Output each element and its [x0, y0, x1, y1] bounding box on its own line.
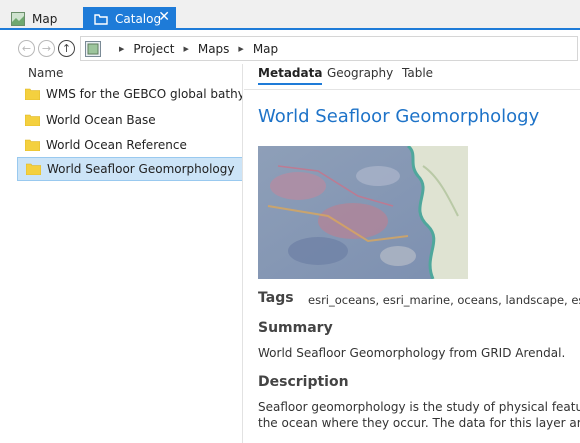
navigation-bar: ← → ↑ ▶ Project ▶ Maps ▶ Map: [0, 32, 580, 64]
list-item-label: World Seafloor Geomorphology: [47, 162, 235, 176]
close-icon[interactable]: ✕: [158, 9, 170, 25]
summary-label: Summary: [258, 320, 333, 336]
tab-catalog[interactable]: Catalog ✕: [83, 7, 176, 30]
tab-metadata[interactable]: Metadata: [258, 66, 323, 85]
page-title: World Seafloor Geomorphology: [258, 106, 540, 127]
breadcrumb-project[interactable]: Project: [133, 42, 174, 56]
folder-icon: [25, 114, 40, 126]
folder-icon: [26, 163, 41, 175]
project-icon: [85, 40, 101, 57]
forward-button[interactable]: →: [38, 40, 55, 57]
list-item-label: World Ocean Base: [46, 113, 156, 127]
arrow-right-icon: →: [41, 42, 52, 55]
tab-table[interactable]: Table: [402, 66, 433, 80]
description-text-line: the ocean where they occur. The data for…: [258, 416, 580, 430]
summary-text: World Seafloor Geomorphology from GRID A…: [258, 346, 566, 360]
catalog-icon: [94, 13, 108, 25]
list-item[interactable]: World Ocean Reference: [17, 133, 242, 157]
description-text-line: Seafloor geomorphology is the study of p…: [258, 400, 580, 414]
tab-map-label: Map: [32, 11, 58, 26]
list-item[interactable]: World Seafloor Geomorphology: [17, 157, 242, 181]
breadcrumb-maps[interactable]: Maps: [198, 42, 230, 56]
list-item-label: WMS for the GEBCO global bathymetric gri…: [46, 87, 243, 101]
folder-icon: [25, 88, 40, 100]
description-label: Description: [258, 374, 349, 390]
folder-icon: [25, 139, 40, 151]
chevron-right-icon: ▶: [119, 44, 125, 53]
back-button[interactable]: ←: [18, 40, 35, 57]
chevron-right-icon: ▶: [238, 44, 244, 53]
map-icon: [11, 11, 25, 26]
breadcrumb-map[interactable]: Map: [253, 42, 278, 56]
tab-catalog-label: Catalog: [115, 11, 162, 26]
arrow-up-icon: ↑: [61, 42, 72, 55]
document-tab-strip: Map Catalog ✕: [0, 0, 580, 30]
arrow-left-icon: ←: [21, 42, 32, 55]
list-item-label: World Ocean Reference: [46, 138, 187, 152]
list-item[interactable]: World Ocean Base: [17, 108, 242, 132]
up-button[interactable]: ↑: [58, 40, 75, 57]
list-item[interactable]: WMS for the GEBCO global bathymetric gri…: [17, 82, 243, 106]
tags-label: Tags: [258, 290, 294, 306]
details-tab-strip: Metadata Geography Table: [244, 64, 580, 90]
breadcrumb[interactable]: ▶ Project ▶ Maps ▶ Map: [80, 36, 578, 61]
item-thumbnail: [258, 146, 468, 279]
tags-value: esri_oceans, esri_marine, oceans, landsc…: [308, 293, 580, 307]
details-pane: Metadata Geography Table World Seafloor …: [244, 64, 580, 443]
tab-map[interactable]: Map: [0, 7, 78, 30]
tab-geography[interactable]: Geography: [327, 66, 393, 80]
catalog-contents-pane: Name WMS for the GEBCO global bathymetri…: [0, 64, 243, 443]
chevron-right-icon: ▶: [183, 44, 189, 53]
column-header-name[interactable]: Name: [28, 66, 63, 80]
